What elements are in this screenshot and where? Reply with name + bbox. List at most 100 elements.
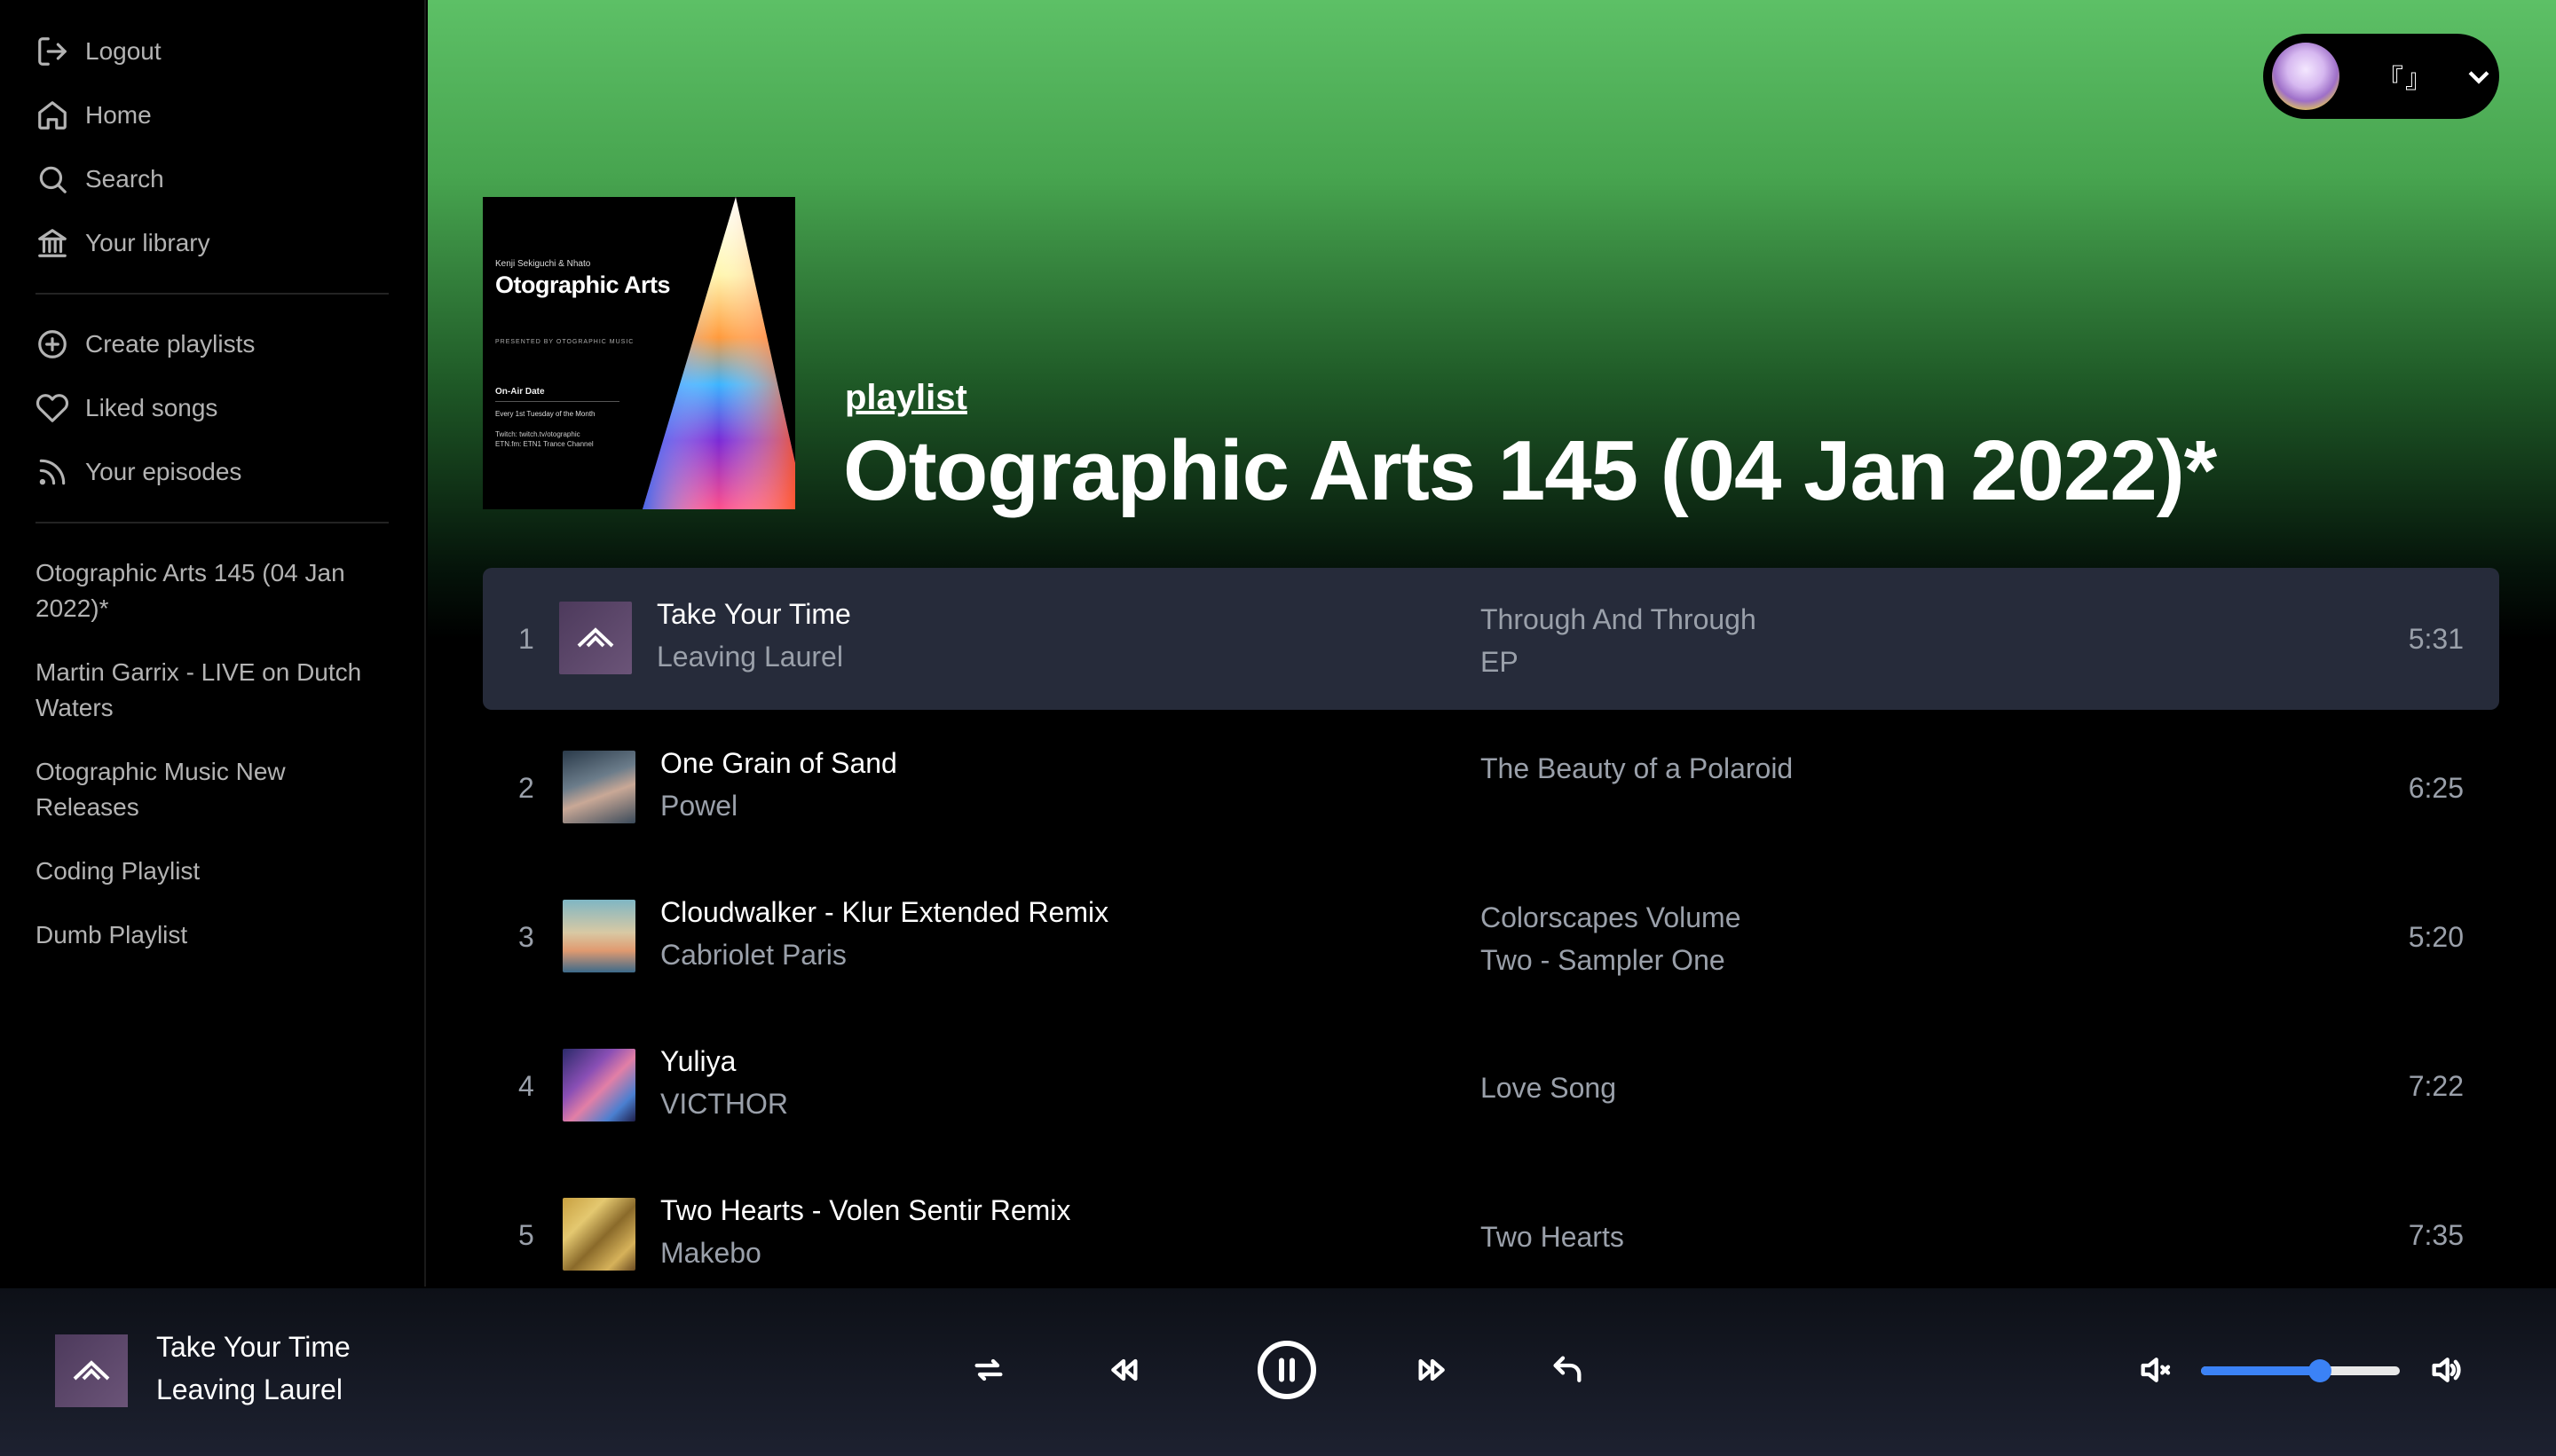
track-row[interactable]: 1 Take Your Time Leaving Laurel Through …: [483, 568, 2499, 710]
sidebar-playlist-item[interactable]: Martin Garrix - LIVE on Dutch Waters: [36, 655, 389, 726]
shuffle-icon: [974, 1358, 1003, 1381]
chevron-down-icon: [2468, 71, 2489, 84]
page-title: Otographic Arts 145 (04 Jan 2022)*: [843, 423, 2217, 518]
nav-search[interactable]: Search: [0, 147, 424, 211]
now-playing-artist[interactable]: Leaving Laurel: [156, 1373, 343, 1406]
track-thumbnail: [563, 751, 635, 823]
sidebar-playlist-item[interactable]: Otographic Arts 145 (04 Jan 2022)*: [36, 555, 389, 626]
track-number: 5: [518, 1219, 534, 1251]
nav-home[interactable]: Home: [0, 83, 424, 147]
nav-library-label: Your library: [85, 229, 210, 256]
sidebar: Logout Home Search Your library Create p…: [0, 0, 426, 1287]
track-title: One Grain of Sand: [660, 747, 897, 779]
track-number: 4: [518, 1070, 534, 1102]
track-title: Two Hearts - Volen Sentir Remix: [660, 1194, 1071, 1226]
nav-liked-songs[interactable]: Liked songs: [0, 376, 424, 440]
track-title: Take Your Time: [657, 598, 851, 630]
track-album[interactable]: Colorscapes Volume Two - Sampler One: [1480, 896, 1800, 981]
cover-title: Otographic Arts: [495, 272, 671, 298]
track-row[interactable]: 5 Two Hearts - Volen Sentir Remix Makebo…: [483, 1164, 2499, 1287]
track-duration: 6:25: [2408, 772, 2464, 804]
track-thumbnail: [559, 602, 632, 674]
rss-icon: [39, 459, 66, 485]
next-icon: [1418, 1358, 1445, 1381]
user-menu-button[interactable]: 『』: [2263, 34, 2499, 119]
cover-presented: PRESENTED BY OTOGRAPHIC MUSIC: [495, 339, 635, 345]
sidebar-playlists: Otographic Arts 145 (04 Jan 2022)* Marti…: [0, 541, 424, 953]
track-album[interactable]: The Beauty of a Polaroid: [1480, 747, 1800, 790]
volume-slider[interactable]: [2201, 1359, 2400, 1382]
nav-liked-songs-label: Liked songs: [85, 394, 218, 421]
avatar: [2272, 43, 2339, 110]
anjuna-logo-icon: [577, 627, 614, 648]
volume-max-button[interactable]: [2410, 1334, 2481, 1405]
next-button[interactable]: [1397, 1334, 1468, 1405]
shuffle-button[interactable]: [953, 1334, 1024, 1405]
track-row[interactable]: 4 Yuliya VICTHOR Love Song 7:22: [483, 1015, 2499, 1157]
nav-logout[interactable]: Logout: [0, 20, 424, 83]
volume-up-icon: [2432, 1358, 2461, 1382]
cover-twitch: Twitch: twitch.tv/otographic: [495, 430, 580, 438]
track-number: 1: [518, 623, 534, 655]
playlist-type-label[interactable]: playlist: [845, 378, 967, 418]
cover-schedule: Every 1st Tuesday of the Month: [495, 410, 596, 418]
volume-knob[interactable]: [2308, 1359, 2332, 1382]
track-thumbnail: [563, 900, 635, 972]
track-artist[interactable]: Leaving Laurel: [657, 641, 843, 673]
cover-artists: Kenji Sekiguchi & Nhato: [495, 259, 591, 269]
track-artist[interactable]: Makebo: [660, 1237, 761, 1270]
track-row[interactable]: 3 Cloudwalker - Klur Extended Remix Cabr…: [483, 866, 2499, 1008]
library-icon: [38, 229, 67, 257]
track-duration: 7:22: [2408, 1070, 2464, 1102]
username: 『』: [2377, 65, 2434, 94]
cover-fm: ETN.fm: ETN1 Trance Channel: [495, 440, 594, 448]
playlist-cover: Kenji Sekiguchi & Nhato Otographic Arts …: [483, 197, 795, 509]
nav-library[interactable]: Your library: [0, 211, 424, 275]
main-nav: Logout Home Search Your library: [0, 0, 424, 275]
anjuna-logo-icon: [73, 1360, 110, 1381]
heart-icon: [36, 394, 69, 422]
cover-art-image: [483, 197, 795, 509]
volume-fill: [2201, 1366, 2321, 1375]
track-duration: 7:35: [2408, 1219, 2464, 1251]
nav-create-playlist[interactable]: Create playlists: [0, 312, 424, 376]
nav-create-playlist-label: Create playlists: [85, 330, 256, 358]
pause-button[interactable]: [1242, 1326, 1331, 1414]
track-artist[interactable]: Cabriolet Paris: [660, 939, 847, 972]
home-icon: [38, 101, 67, 130]
pause-icon: [1258, 1341, 1316, 1399]
previous-button[interactable]: [1088, 1334, 1159, 1405]
track-number: 2: [518, 772, 534, 804]
nav-episodes[interactable]: Your episodes: [0, 440, 424, 504]
main-content: 『』 Kenji Sekiguchi & Nhato Otographic Ar…: [428, 0, 2556, 1287]
cover-links: Twitch: twitch.tv/otographic ETN.fm: ETN…: [495, 429, 628, 449]
logout-icon: [38, 37, 67, 66]
track-album[interactable]: Through And Through EP: [1480, 598, 1800, 683]
track-row[interactable]: 2 One Grain of Sand Powel The Beauty of …: [483, 717, 2499, 859]
cover-onair: On-Air Date: [495, 387, 545, 397]
sidebar-divider: [36, 522, 389, 523]
sidebar-playlist-item[interactable]: Dumb Playlist: [36, 917, 389, 953]
repeat-button[interactable]: [1532, 1334, 1603, 1405]
track-artist[interactable]: VICTHOR: [660, 1088, 788, 1121]
volume-mute-icon: [2141, 1358, 2171, 1382]
track-title: Cloudwalker - Klur Extended Remix: [660, 896, 1109, 928]
track-title: Yuliya: [660, 1045, 737, 1077]
sidebar-playlist-item[interactable]: Coding Playlist: [36, 854, 389, 889]
track-album[interactable]: Two Hearts: [1480, 1216, 1800, 1258]
action-nav: Create playlists Liked songs Your episod…: [0, 312, 424, 504]
previous-icon: [1111, 1358, 1138, 1381]
search-icon: [39, 166, 67, 193]
sidebar-playlist-item[interactable]: Otographic Music New Releases: [36, 754, 389, 825]
track-thumbnail: [563, 1049, 635, 1122]
track-duration: 5:20: [2408, 921, 2464, 953]
mute-button[interactable]: [2119, 1334, 2190, 1405]
nav-logout-label: Logout: [85, 37, 162, 65]
track-artist[interactable]: Powel: [660, 790, 738, 822]
cover-divider: [495, 401, 619, 402]
track-thumbnail: [563, 1198, 635, 1271]
track-album[interactable]: Love Song: [1480, 1066, 1800, 1109]
nav-home-label: Home: [85, 101, 152, 129]
player-bar: Take Your Time Leaving Laurel: [0, 1288, 2556, 1456]
track-list: 1 Take Your Time Leaving Laurel Through …: [483, 568, 2499, 1287]
